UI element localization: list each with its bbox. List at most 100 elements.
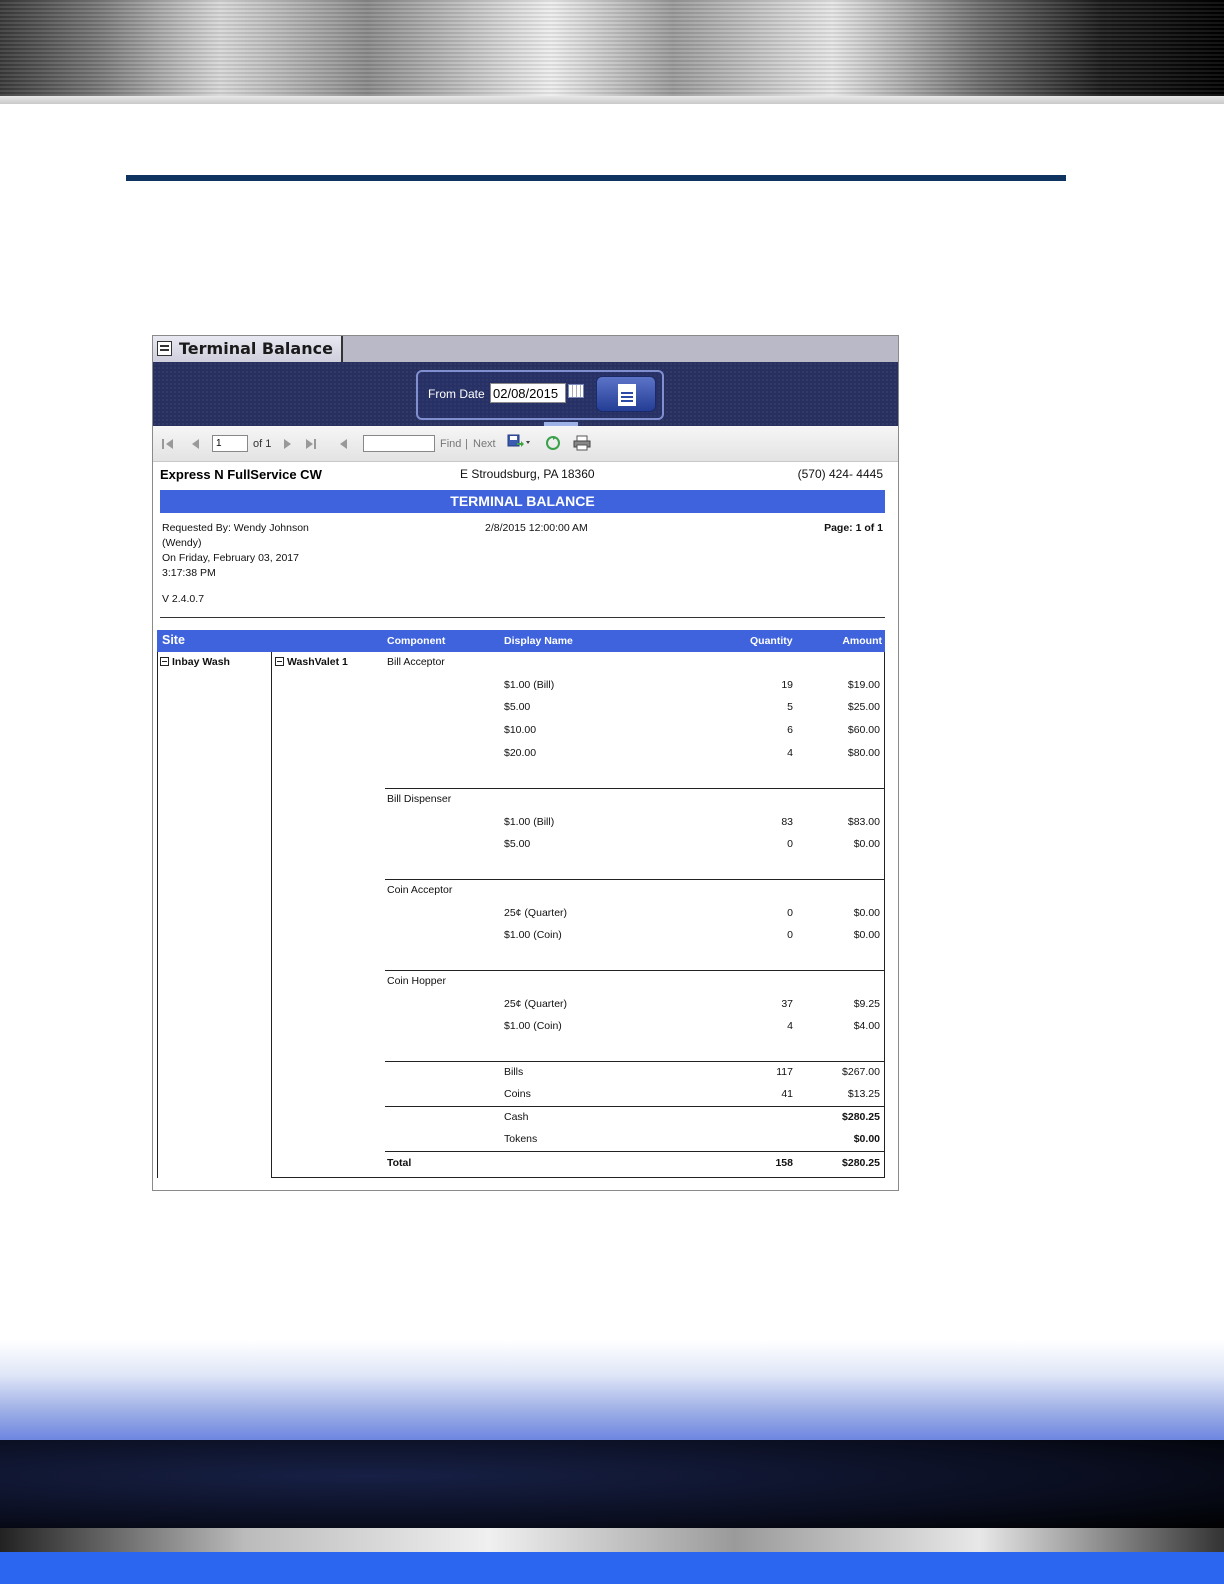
amount-cell: $80.00 <box>847 746 880 759</box>
tokens-amount: $0.00 <box>853 1133 880 1145</box>
collapse-icon <box>160 657 169 666</box>
cash-amount: $280.25 <box>842 1111 880 1123</box>
first-page-button[interactable] <box>162 438 174 450</box>
column-header-display-name: Display Name <box>504 635 573 647</box>
refresh-icon <box>546 436 560 450</box>
terminal-group-toggle[interactable]: WashValet 1 <box>275 656 348 668</box>
parameter-panel: From Date <box>153 362 898 428</box>
display-name-cell: 25¢ (Quarter) <box>504 997 568 1010</box>
display-name-cell: $5.00 <box>504 701 531 714</box>
company-phone: (570) 424- 4445 <box>797 467 883 481</box>
quantity-cell: 83 <box>781 815 793 828</box>
bills-quantity: 117 <box>776 1066 793 1078</box>
display-name-cell: $1.00 (Bill) <box>504 678 555 691</box>
display-name-cell: $1.00 (Coin) <box>504 929 562 942</box>
tab-label: Terminal Balance <box>179 339 333 358</box>
parameter-box: From Date <box>416 370 664 420</box>
table-right-border <box>884 652 885 1178</box>
find-next-link[interactable]: Next <box>473 438 496 450</box>
requested-by-nickname: (Wendy) <box>162 537 202 549</box>
display-name-cell: $1.00 (Bill) <box>504 815 555 828</box>
coins-label: Coins <box>504 1088 531 1100</box>
export-button[interactable] <box>507 434 531 450</box>
amount-cell: $19.00 <box>847 678 880 691</box>
quantity-cell: 37 <box>781 997 793 1010</box>
group-divider <box>385 970 885 971</box>
previous-page-icon <box>192 439 199 449</box>
terminal-name: WashValet 1 <box>287 656 348 668</box>
amount-cell: $0.00 <box>853 838 880 851</box>
header-banner <box>0 0 1224 96</box>
group-divider <box>385 879 885 880</box>
site-name: Inbay Wash <box>172 656 230 668</box>
tokens-label: Tokens <box>504 1133 538 1145</box>
find-text-input[interactable] <box>363 435 435 452</box>
report-viewer-window: Terminal Balance From Date of 1 <box>152 335 899 1191</box>
total-divider <box>385 1151 885 1152</box>
next-page-button[interactable] <box>282 438 294 450</box>
amount-cell: $60.00 <box>847 724 880 737</box>
last-page-icon <box>314 439 316 449</box>
quantity-cell: 0 <box>787 929 793 942</box>
report-date: 2/8/2015 12:00:00 AM <box>485 522 588 534</box>
bills-amount: $267.00 <box>842 1066 880 1078</box>
group-divider <box>385 788 885 789</box>
footer-banner <box>0 1440 1224 1530</box>
from-date-input[interactable] <box>490 383 566 403</box>
report-toolbar: of 1 Find | Next <box>153 426 898 462</box>
amount-cell: $0.00 <box>853 906 880 919</box>
requested-on-date: On Friday, February 03, 2017 <box>162 552 299 564</box>
display-name-cell: $10.00 <box>504 724 537 737</box>
first-page-icon <box>162 439 164 449</box>
component-name: Bill Acceptor <box>387 656 445 668</box>
footer-blue-band <box>0 1552 1224 1584</box>
from-date-label: From Date <box>428 387 485 401</box>
calendar-icon[interactable] <box>568 384 584 398</box>
site-group-toggle[interactable]: Inbay Wash <box>160 656 230 668</box>
total-quantity: 158 <box>775 1157 793 1169</box>
collapse-icon <box>275 657 284 666</box>
requested-by: Requested By: Wendy Johnson <box>162 522 309 534</box>
coins-amount: $13.25 <box>847 1088 880 1100</box>
quantity-cell: 0 <box>787 838 793 851</box>
table-left-border <box>157 652 158 1178</box>
coins-quantity: 41 <box>781 1088 793 1100</box>
quantity-cell: 19 <box>781 678 793 691</box>
column-header-quantity: Quantity <box>750 635 793 647</box>
page-count-label: of 1 <box>253 438 272 450</box>
printer-icon <box>573 435 591 451</box>
last-page-arrow-icon <box>306 439 313 449</box>
find-link[interactable]: Find <box>440 438 461 450</box>
page-number-input[interactable] <box>212 435 248 452</box>
company-name: Express N FullService CW <box>160 467 322 482</box>
previous-page-button[interactable] <box>190 438 202 450</box>
table-bottom-border <box>271 1177 885 1178</box>
column-header-site: Site <box>162 633 185 647</box>
tab-terminal-balance[interactable]: Terminal Balance <box>153 336 343 362</box>
refresh-button[interactable] <box>545 435 561 451</box>
last-page-button[interactable] <box>306 438 318 450</box>
title-rule <box>126 175 1066 181</box>
cash-divider <box>385 1106 885 1107</box>
quantity-cell: 4 <box>787 1020 793 1033</box>
back-to-parent-button[interactable] <box>338 438 350 450</box>
amount-cell: $4.00 <box>853 1020 880 1033</box>
back-arrow-icon <box>340 439 347 449</box>
total-amount: $280.25 <box>842 1157 880 1169</box>
column-header-component: Component <box>387 635 446 647</box>
display-name-cell: $5.00 <box>504 838 531 851</box>
amount-cell: $25.00 <box>847 701 880 714</box>
total-label: Total <box>387 1157 412 1169</box>
print-button[interactable] <box>573 435 591 451</box>
find-separator: | <box>465 438 468 450</box>
quantity-cell: 0 <box>787 906 793 919</box>
document-icon <box>618 384 636 406</box>
view-report-button[interactable] <box>596 376 656 412</box>
display-name-cell: 25¢ (Quarter) <box>504 906 568 919</box>
amount-cell: $9.25 <box>853 997 880 1010</box>
first-page-arrow-icon <box>166 439 173 449</box>
table-header: Site Component Display Name Quantity Amo… <box>157 630 885 652</box>
next-page-icon <box>284 439 291 449</box>
footer-silver-band <box>0 1528 1224 1552</box>
save-export-icon <box>507 434 530 447</box>
